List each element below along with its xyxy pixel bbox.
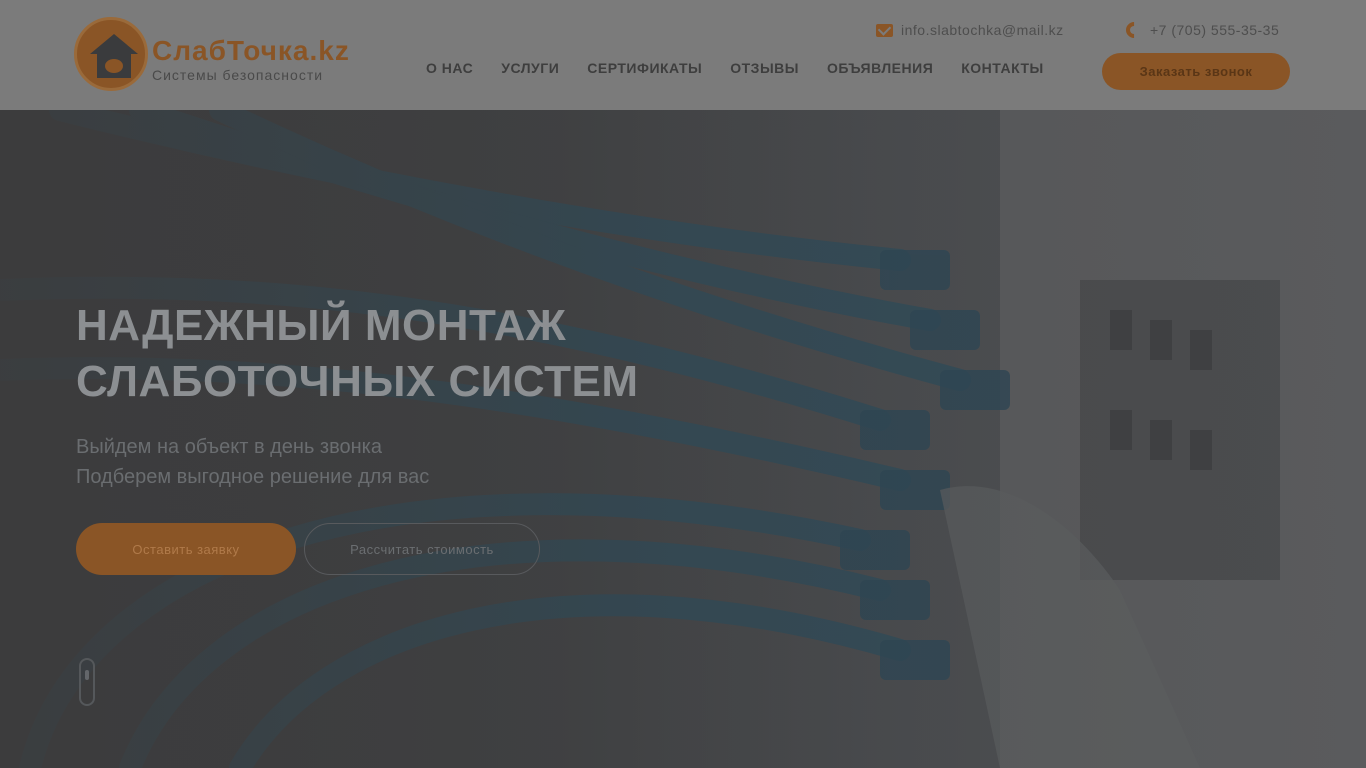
main-nav: О нас Услуги Сертификаты Отзывы Объявлен… <box>426 60 1044 76</box>
phone-text[interactable]: +7 (705) 555-35-35 <box>1150 22 1279 38</box>
hero-subtitle-line2: Подберем выгодное решение для вас <box>76 466 430 488</box>
calculate-cost-button[interactable]: Рассчитать стоимость <box>304 523 540 575</box>
nav-item-certificates[interactable]: Сертификаты <box>587 60 702 76</box>
nav-item-reviews[interactable]: Отзывы <box>730 60 799 76</box>
nav-item-services[interactable]: Услуги <box>501 60 559 76</box>
mail-icon <box>876 23 893 37</box>
site-header: СлабТочка.kz Системы безопасности info.s… <box>0 0 1366 110</box>
leave-request-button[interactable]: Оставить заявку <box>76 523 296 575</box>
mouse-scroll-icon[interactable] <box>79 658 95 706</box>
logo[interactable]: СлабТочка.kz Системы безопасности <box>74 17 384 95</box>
logo-tagline: Системы безопасности <box>152 67 324 83</box>
request-call-button[interactable]: Заказать звонок <box>1102 53 1290 90</box>
logo-house-icon <box>74 17 148 91</box>
contact-email[interactable]: info.slabtochka@mail.kz <box>876 20 1064 40</box>
logo-brand-text: СлабТочка.kz <box>152 35 350 66</box>
hero-subtitle-line1: Выйдем на объект в день звонка <box>76 436 382 458</box>
contact-phone[interactable]: +7 (705) 555-35-35 <box>1122 18 1279 42</box>
hero-title-line2: слаботочных систем <box>76 357 639 406</box>
hero-title: Надежный монтаж слаботочных систем <box>76 298 776 410</box>
hero-title-line1: Надежный монтаж <box>76 301 567 350</box>
hero-subtitle: Выйдем на объект в день звонка Подберем … <box>76 432 536 492</box>
phone-icon <box>1122 18 1146 42</box>
nav-item-announcements[interactable]: Объявления <box>827 60 933 76</box>
hero-section: Надежный монтаж слаботочных систем Выйде… <box>0 110 1366 768</box>
email-text[interactable]: info.slabtochka@mail.kz <box>901 22 1064 38</box>
nav-item-contacts[interactable]: Контакты <box>961 60 1043 76</box>
nav-item-about[interactable]: О нас <box>426 60 473 76</box>
